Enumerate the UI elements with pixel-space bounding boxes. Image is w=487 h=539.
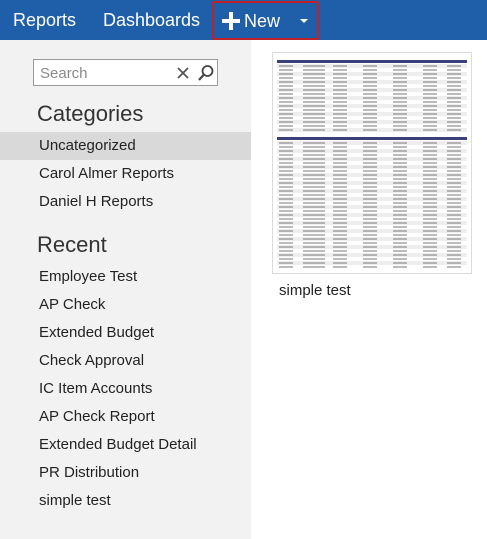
recent-item-simple-test[interactable]: simple test bbox=[0, 487, 251, 515]
recent-item-extended-budget-detail[interactable]: Extended Budget Detail bbox=[0, 431, 251, 459]
recent-item-employee-test[interactable]: Employee Test bbox=[0, 263, 251, 291]
search-icon[interactable] bbox=[197, 64, 215, 82]
recent-heading: Recent bbox=[37, 232, 107, 257]
recent-item-pr-distribution[interactable]: PR Distribution bbox=[0, 459, 251, 487]
new-button[interactable]: New bbox=[212, 1, 319, 40]
categories-heading: Categories bbox=[37, 101, 144, 126]
chevron-down-icon[interactable] bbox=[300, 19, 308, 23]
nav-reports-link[interactable]: Reports bbox=[13, 0, 76, 40]
nav-dashboards-link[interactable]: Dashboards bbox=[103, 0, 200, 40]
search-box bbox=[33, 59, 218, 86]
report-title[interactable]: simple test bbox=[279, 282, 351, 299]
report-preview-image bbox=[273, 53, 471, 273]
plus-icon bbox=[222, 12, 240, 30]
report-gallery: simple test bbox=[251, 40, 487, 539]
recent-item-ic-item-accounts[interactable]: IC Item Accounts bbox=[0, 375, 251, 403]
sidebar: Categories Uncategorized Carol Almer Rep… bbox=[0, 40, 251, 539]
search-input[interactable] bbox=[40, 63, 170, 83]
recent-item-check-approval[interactable]: Check Approval bbox=[0, 347, 251, 375]
recent-item-extended-budget[interactable]: Extended Budget bbox=[0, 319, 251, 347]
category-item-carol-almer-reports[interactable]: Carol Almer Reports bbox=[0, 160, 251, 188]
close-icon[interactable] bbox=[175, 65, 191, 81]
new-button-label: New bbox=[244, 11, 281, 31]
category-item-uncategorized[interactable]: Uncategorized bbox=[0, 132, 251, 160]
recent-item-ap-check[interactable]: AP Check bbox=[0, 291, 251, 319]
top-nav-bar: Reports Dashboards New bbox=[0, 0, 487, 40]
category-item-daniel-h-reports[interactable]: Daniel H Reports bbox=[0, 188, 251, 216]
report-thumbnail[interactable] bbox=[272, 52, 472, 274]
recent-item-ap-check-report[interactable]: AP Check Report bbox=[0, 403, 251, 431]
